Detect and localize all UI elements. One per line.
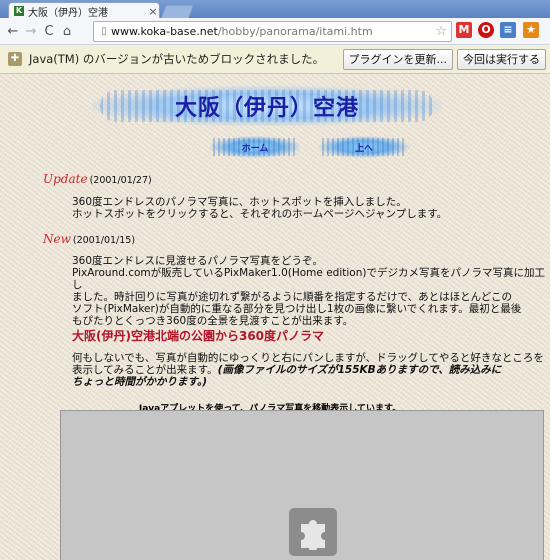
- bookmark-star-icon[interactable]: ☆: [435, 22, 447, 41]
- page-title: 大阪（伊丹）空港: [174, 96, 359, 121]
- new-line: もぴたりとくっつき360度の全景を見渡すことが出来ます。: [72, 315, 354, 327]
- back-arrow-icon[interactable]: ←: [4, 24, 22, 39]
- url-host: www.koka-base.net: [111, 25, 218, 38]
- browser-toolbar: ← → C ⌂ ▯ www.koka-base.net /hobby/panor…: [0, 18, 550, 45]
- translate-extension-icon[interactable]: ≡: [500, 22, 516, 38]
- infobar-message: Java(TM) のバージョンが古いためブロックされました。: [29, 52, 325, 66]
- up-nav-label: 上へ: [354, 144, 373, 154]
- new-date: (2001/01/15): [72, 235, 136, 246]
- gmail-extension-icon[interactable]: M: [456, 22, 472, 38]
- new-paragraph: 360度エンドレスに見渡せるパノラマ写真をどうぞ。 PixAround.comが…: [72, 255, 550, 327]
- forward-arrow-icon[interactable]: →: [22, 24, 40, 39]
- tab-close-icon[interactable]: ×: [147, 5, 159, 18]
- new-line: 360度エンドレスに見渡せるパノラマ写真をどうぞ。: [72, 255, 324, 267]
- update-plugin-button[interactable]: プラグインを更新...: [342, 48, 453, 70]
- update-label-text: Update: [43, 172, 88, 186]
- desc-line: 表示してみることが出来ます。: [72, 364, 218, 376]
- opera-extension-icon[interactable]: O: [478, 22, 494, 38]
- new-line: PixAround.comが販売しているPixMaker1.0(Home edi…: [72, 267, 545, 291]
- home-nav-label: ホーム: [241, 144, 269, 154]
- puzzle-piece-icon: ✚: [8, 52, 22, 66]
- extension-icon[interactable]: ★: [523, 22, 539, 38]
- tab-title: 大阪（伊丹）空港: [28, 7, 108, 19]
- home-nav-button[interactable]: ホーム: [209, 136, 301, 158]
- update-line: 360度エンドレスのパノラマ写真に、ホットスポットを挿入しました。: [72, 196, 407, 208]
- plugin-blocked-infobar: ✚ Java(TM) のバージョンが古いためブロックされました。 プラグインを更…: [0, 45, 550, 74]
- new-label-text: New: [43, 232, 71, 246]
- desc-bold-note-cont: ちょっと時間がかかります。): [72, 376, 207, 388]
- tab-strip: K 大阪（伊丹）空港 ×: [0, 0, 550, 20]
- new-line: ました。時計回りに写真が途切れず繋がるように順番を指定するだけで、あとはほとんど…: [72, 291, 512, 303]
- new-label: New (2001/01/15): [43, 232, 135, 246]
- desc-line: 何もしないでも、写真が自動的にゆっくりと右にパンしますが、ドラッグしてやると好き…: [72, 352, 544, 364]
- description-paragraph: 何もしないでも、写真が自動的にゆっくりと右にパンしますが、ドラッグしてやると好き…: [72, 352, 550, 388]
- address-bar[interactable]: ▯ www.koka-base.net /hobby/panorama/itam…: [93, 21, 452, 42]
- desc-bold-note: (画像ファイルのサイズが155KBありますので、読み込みに: [217, 364, 502, 376]
- section-heading: 大阪(伊丹)空港北端の公園から360度パノラマ: [72, 329, 325, 343]
- update-line: ホットスポットをクリックすると、それぞれのホームページへジャンプします。: [72, 208, 448, 220]
- update-date: (2001/01/27): [89, 175, 152, 186]
- new-line: ソフト(PixMaker)が自動的に重なる部分を見つけ出し1枚の画像に繋いでくれ…: [72, 303, 522, 315]
- reload-icon[interactable]: C: [40, 24, 58, 39]
- run-this-time-button[interactable]: 今回は実行する: [457, 48, 546, 70]
- page-content: 大阪（伊丹）空港 ホーム 上へ Update (2001/01/27) 360度エ…: [0, 74, 550, 560]
- update-paragraph: 360度エンドレスのパノラマ写真に、ホットスポットを挿入しました。 ホットスポッ…: [72, 196, 550, 220]
- up-nav-button[interactable]: 上へ: [318, 136, 410, 158]
- update-label: Update (2001/01/27): [43, 172, 152, 186]
- url-path: /hobby/panorama/itami.htm: [217, 25, 373, 38]
- java-applet-placeholder[interactable]: [60, 410, 544, 560]
- home-icon[interactable]: ⌂: [58, 24, 76, 39]
- browser-tab[interactable]: K 大阪（伊丹）空港 ×: [8, 2, 160, 19]
- plugin-puzzle-icon[interactable]: [289, 508, 337, 556]
- site-favicon-icon: K: [14, 6, 24, 16]
- page-icon: ▯: [101, 26, 107, 37]
